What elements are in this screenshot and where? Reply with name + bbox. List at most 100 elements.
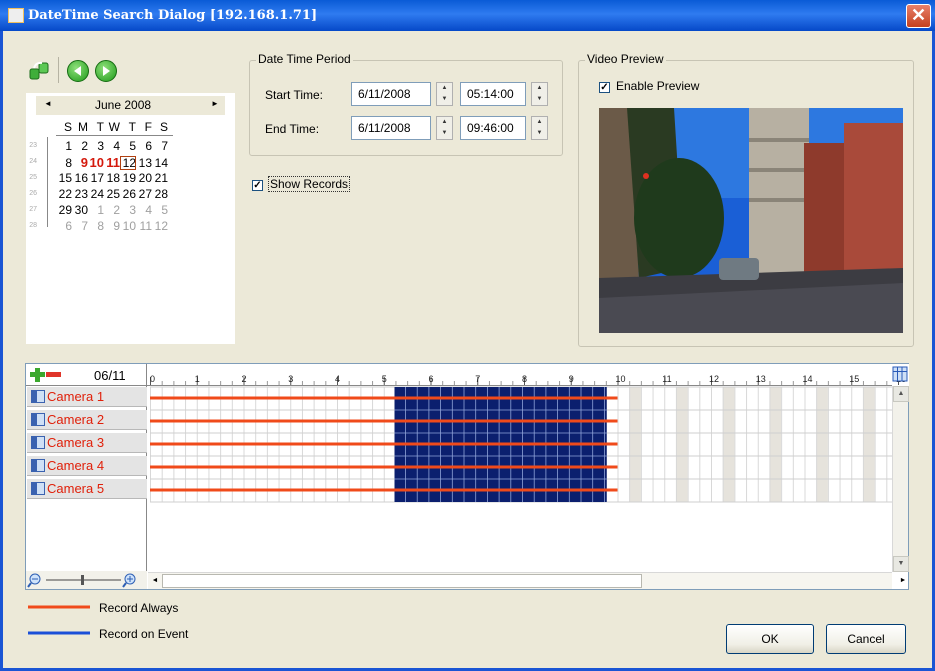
app-icon — [8, 8, 24, 23]
calendar-day[interactable]: 6 — [136, 139, 152, 153]
calendar-day[interactable]: 26 — [120, 187, 136, 201]
enable-preview-checkbox[interactable]: ✓ — [599, 82, 610, 93]
camera-row[interactable]: Camera 5 — [27, 479, 147, 499]
camera-row[interactable]: Camera 4 — [27, 456, 147, 476]
calendar-day[interactable]: 21 — [152, 171, 168, 185]
close-button[interactable]: ✕ — [906, 4, 931, 28]
previous-button[interactable] — [67, 60, 89, 82]
calendar-day[interactable]: 5 — [120, 139, 136, 153]
end-time-field[interactable]: 09:46:00 — [460, 116, 526, 140]
calendar-day[interactable]: 1 — [88, 203, 104, 217]
legend-record-on-event-label: Record on Event — [99, 627, 189, 641]
refresh-icon — [29, 61, 49, 80]
legend-record-always-label: Record Always — [99, 601, 179, 615]
ok-button[interactable]: OK — [726, 624, 814, 654]
end-date-spinner[interactable]: ▲ ▼ — [436, 116, 453, 140]
calendar-day[interactable]: 4 — [136, 203, 152, 217]
calendar-day[interactable]: 23 — [72, 187, 88, 201]
calendar-day[interactable]: 28 — [152, 187, 168, 201]
calendar-day[interactable]: 7 — [72, 219, 88, 233]
calendar-day[interactable]: 8 — [56, 156, 72, 170]
calendar-next-month-arrow[interactable]: ► — [211, 99, 219, 108]
calendar-day[interactable]: 24 — [88, 187, 104, 201]
next-icon — [103, 66, 110, 76]
calendar-day[interactable]: 6 — [56, 219, 72, 233]
calendar-day[interactable]: 17 — [88, 171, 104, 185]
hour-label: 5 — [382, 374, 387, 384]
timeline-chart[interactable]: 012345678910111213141516 — [147, 364, 909, 572]
calendar-day[interactable]: 11 — [104, 155, 120, 170]
remove-icon[interactable] — [44, 367, 64, 383]
calendar-day[interactable]: 3 — [88, 139, 104, 153]
calendar-day[interactable]: 18 — [104, 171, 120, 185]
calendar-day[interactable]: 1 — [56, 139, 72, 153]
scroll-down-arrow[interactable]: ▼ — [893, 556, 909, 572]
scroll-left-arrow[interactable]: ◄ — [148, 573, 162, 589]
calendar-day[interactable]: 25 — [104, 187, 120, 201]
end-time-spinner[interactable]: ▲ ▼ — [531, 116, 548, 140]
start-date-spinner[interactable]: ▲ ▼ — [436, 82, 453, 106]
calendar-day[interactable]: 27 — [136, 187, 152, 201]
next-button[interactable] — [95, 60, 117, 82]
hour-label: 13 — [756, 374, 766, 384]
scroll-right-arrow[interactable]: ► — [896, 573, 910, 589]
camera-row[interactable]: Camera 1 — [27, 387, 147, 407]
calendar-day[interactable]: 20 — [136, 171, 152, 185]
calendar-day[interactable]: 22 — [56, 187, 72, 201]
cancel-button[interactable]: Cancel — [826, 624, 906, 654]
scroll-thumb[interactable] — [162, 574, 642, 588]
camera-row[interactable]: Camera 2 — [27, 410, 147, 430]
calendar-day[interactable]: 8 — [88, 219, 104, 233]
start-time-spinner[interactable]: ▲ ▼ — [531, 82, 548, 106]
timeline-panel[interactable]: 06/11 012345678910111213141516 Camera 1C… — [25, 363, 909, 590]
horizontal-scrollbar[interactable]: ◄ ► — [148, 572, 906, 589]
calendar-day[interactable]: 15 — [56, 171, 72, 185]
scroll-up-arrow[interactable]: ▲ — [893, 386, 909, 402]
zoom-out-icon[interactable] — [29, 573, 45, 587]
calendar-day[interactable]: 2 — [104, 203, 120, 217]
calendar-day[interactable]: 7 — [152, 139, 168, 153]
show-records-label[interactable]: Show Records — [268, 176, 351, 192]
end-date-field[interactable]: 6/11/2008 — [351, 116, 431, 140]
zoom-in-icon[interactable] — [123, 573, 139, 587]
refresh-button[interactable] — [28, 60, 52, 82]
enable-preview-label[interactable]: Enable Preview — [616, 79, 699, 93]
calendar-prev-month-arrow[interactable]: ◄ — [44, 99, 52, 108]
vertical-scrollbar[interactable]: ▲ ▼ — [892, 386, 909, 572]
hour-label: 7 — [475, 374, 480, 384]
calendar-day[interactable]: 11 — [136, 219, 152, 233]
calendar-month-label[interactable]: June 2008 — [95, 98, 151, 112]
calendar-day[interactable]: 14 — [152, 156, 168, 170]
calendar-day[interactable]: 3 — [120, 203, 136, 217]
calendar-weekday-divider — [56, 135, 173, 136]
calendar-weeknum-divider — [47, 137, 48, 227]
calendar-day[interactable]: 19 — [120, 171, 136, 185]
calendar-day[interactable]: 30 — [72, 203, 88, 217]
calendar-day[interactable]: 9 — [72, 155, 88, 170]
calendar-week-number: 25 — [29, 174, 37, 181]
video-preview-image — [599, 108, 903, 333]
layout-grid-icon[interactable] — [892, 366, 908, 382]
calendar[interactable]: ◄ June 2008 ► SMTWTFS 23 1 2 3 4 5 6 7 24 8 9 10 11 1… — [26, 93, 235, 344]
calendar-day[interactable]: 10 — [120, 219, 136, 233]
camera-layout-icon — [31, 390, 45, 403]
camera-layout-icon — [31, 413, 45, 426]
calendar-day[interactable]: 29 — [56, 203, 72, 217]
calendar-day[interactable]: 4 — [104, 139, 120, 153]
calendar-day[interactable]: 9 — [104, 219, 120, 233]
calendar-day[interactable]: 13 — [136, 156, 152, 170]
camera-row[interactable]: Camera 3 — [27, 433, 147, 453]
calendar-day[interactable]: 12 — [152, 219, 168, 233]
calendar-day[interactable]: 12 — [120, 156, 136, 170]
calendar-day[interactable]: 10 — [88, 155, 104, 170]
start-date-field[interactable]: 6/11/2008 — [351, 82, 431, 106]
calendar-day[interactable]: 5 — [152, 203, 168, 217]
calendar-day[interactable]: 2 — [72, 139, 88, 153]
camera-label: Camera 3 — [47, 435, 105, 450]
start-time-field[interactable]: 05:14:00 — [460, 82, 526, 106]
calendar-week-number: 28 — [29, 222, 37, 229]
show-records-checkbox[interactable]: ✓ — [252, 180, 263, 191]
calendar-day[interactable]: 16 — [72, 171, 88, 185]
hour-label: 15 — [849, 374, 859, 384]
hour-label: 4 — [335, 374, 340, 384]
